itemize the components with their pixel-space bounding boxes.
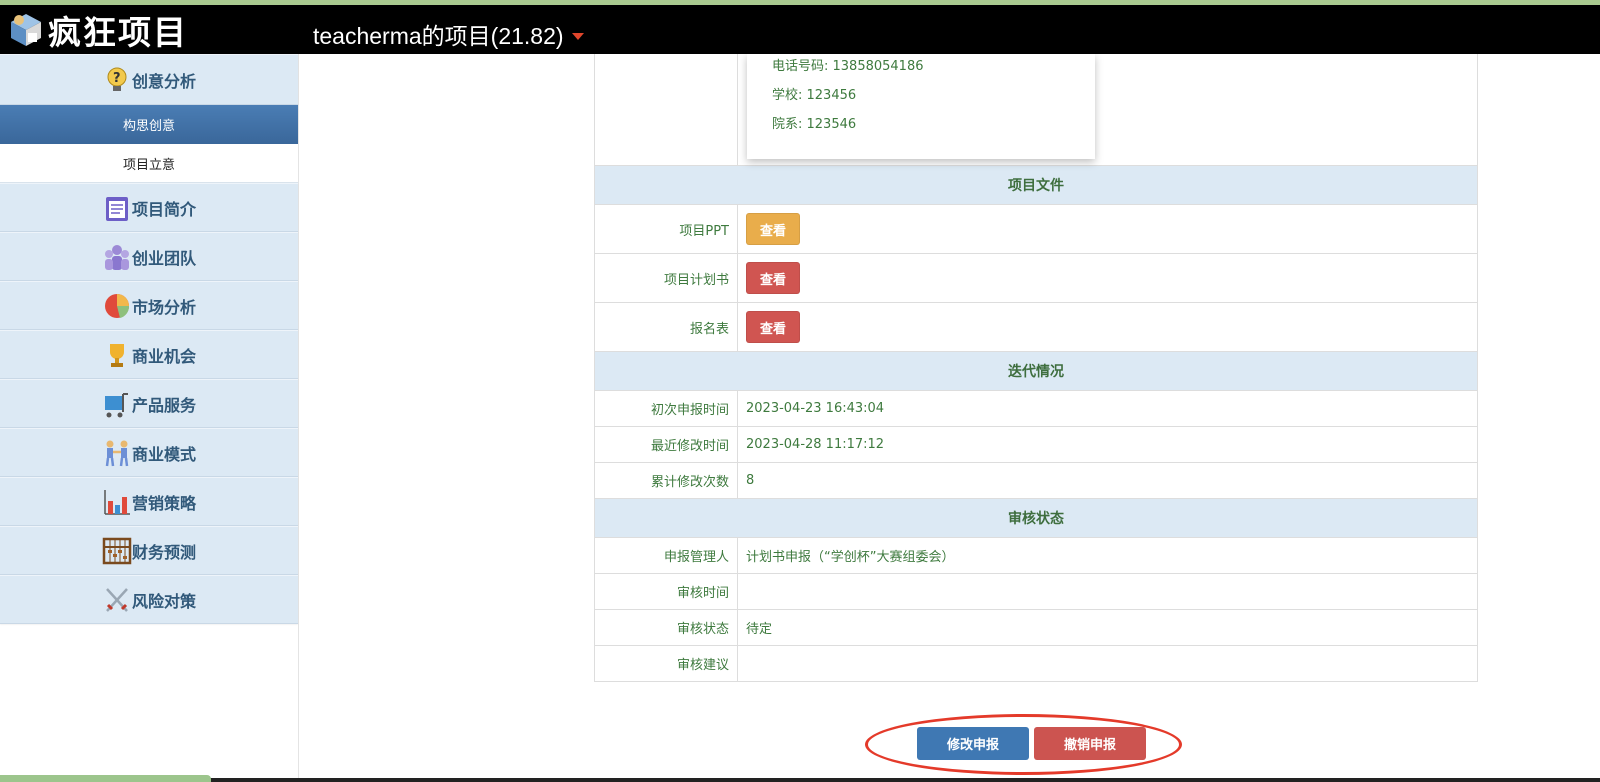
table-row: 项目计划书 查看: [595, 254, 1477, 303]
row-label: 审核状态: [595, 610, 738, 645]
phone-text: 电话号码: 13858054186: [772, 59, 924, 74]
sidebar-group-project-intro[interactable]: 项目简介: [0, 183, 298, 232]
row-value: [738, 646, 1477, 681]
crossed-swords-icon: [102, 585, 132, 615]
sidebar-item-project-purpose[interactable]: 项目立意: [0, 144, 298, 183]
row-label: 项目PPT: [595, 205, 738, 253]
section-header-iteration: 迭代情况: [595, 352, 1477, 391]
project-title: teacherma的项目(21.82): [313, 23, 564, 49]
handshake-people-icon: [102, 438, 132, 468]
applicant-info-popup: 电话号码: 13858054186 学校: 123456 院系: 123546: [747, 54, 1095, 159]
bottom-green-tab: [0, 775, 211, 782]
view-registration-button[interactable]: 查看: [746, 311, 801, 343]
view-ppt-button[interactable]: 查看: [746, 213, 801, 245]
row-value: 计划书申报（“学创杯”大赛组委会）: [746, 550, 955, 565]
sidebar-group-label: 商业模式: [131, 444, 196, 464]
sidebar-group-label: 风险对策: [131, 591, 196, 611]
sidebar-item-label: 构思创意: [122, 119, 175, 134]
sidebar-group-startup-team[interactable]: 创业团队: [0, 232, 298, 281]
logo[interactable]: 疯狂项目: [6, 11, 188, 52]
row-label: 累计修改次数: [595, 463, 738, 498]
sidebar-group-label: 项目简介: [131, 199, 196, 219]
row-value: [738, 574, 1477, 609]
sidebar-group-market-analysis[interactable]: 市场分析: [0, 281, 298, 330]
sidebar-group-creative-analysis[interactable]: ? 创意分析: [0, 54, 298, 105]
bottom-bar: [0, 778, 1600, 782]
table-row: 累计修改次数 8: [595, 463, 1477, 499]
clipboard-icon: [102, 193, 132, 223]
sidebar-group-risk-countermeasure[interactable]: 风险对策: [0, 575, 298, 624]
abacus-icon: [102, 536, 132, 566]
svg-text:?: ?: [113, 71, 121, 86]
sidebar-item-brainstorm[interactable]: 构思创意: [0, 105, 298, 144]
department-text: 院系: 123546: [772, 117, 857, 132]
applicant-info-row: 电话号码: 13858054186 学校: 123456 院系: 123546: [595, 54, 1477, 166]
school-text: 学校: 123456: [772, 88, 857, 103]
table-row: 审核时间: [595, 574, 1477, 610]
row-value: 2023-04-23 16:43:04: [746, 401, 885, 416]
section-header-files: 项目文件: [595, 166, 1477, 205]
table-row: 初次申报时间 2023-04-23 16:43:04: [595, 391, 1477, 427]
team-icon: [102, 242, 132, 272]
modify-application-button[interactable]: 修改申报: [917, 727, 1030, 760]
table-row: 最近修改时间 2023-04-28 11:17:12: [595, 427, 1477, 463]
row-label: 最近修改时间: [595, 427, 738, 462]
row-value: 8: [746, 473, 755, 488]
row-value: 2023-04-28 11:17:12: [746, 437, 885, 452]
sidebar-group-label: 产品服务: [131, 395, 196, 415]
project-selector[interactable]: teacherma的项目(21.82): [313, 17, 584, 51]
caret-down-icon: [571, 32, 584, 40]
row-label: 初次申报时间: [595, 391, 738, 426]
sidebar-group-financial-forecast[interactable]: 财务预测: [0, 526, 298, 575]
section-header-review: 审核状态: [595, 499, 1477, 538]
cart-icon: [102, 389, 132, 419]
table-row: 申报管理人 计划书申报（“学创杯”大赛组委会）: [595, 538, 1477, 574]
cube-logo-icon: [6, 11, 46, 49]
table-row: 报名表 查看: [595, 303, 1477, 352]
action-buttons: 修改申报 撤销申报: [917, 727, 1147, 760]
table-row: 审核建议: [595, 646, 1477, 682]
sidebar-group-label: 营销策略: [131, 493, 196, 513]
bar-chart-icon: [102, 487, 132, 517]
lightbulb-question-icon: ?: [102, 65, 132, 95]
row-label: 审核时间: [595, 574, 738, 609]
sidebar-group-label: 市场分析: [131, 297, 196, 317]
sidebar-group-product-service[interactable]: 产品服务: [0, 379, 298, 428]
sidebar: ? 创意分析 构思创意 项目立意 项目简介 创业团队 市场分析 商业机会 产品服…: [0, 54, 299, 782]
sidebar-group-label: 财务预测: [131, 542, 196, 562]
row-value: 待定: [746, 622, 773, 637]
row-label: 项目计划书: [595, 254, 738, 302]
cancel-application-button[interactable]: 撤销申报: [1034, 727, 1147, 760]
sidebar-group-business-model[interactable]: 商业模式: [0, 428, 298, 477]
row-label: 申报管理人: [595, 538, 738, 573]
table-row: 审核状态 待定: [595, 610, 1477, 646]
applicant-label-cell: [595, 54, 738, 166]
sidebar-item-label: 项目立意: [122, 157, 175, 173]
sidebar-group-marketing-strategy[interactable]: 营销策略: [0, 477, 298, 526]
row-label: 报名表: [595, 303, 738, 351]
app-header: 疯狂项目 teacherma的项目(21.82): [0, 5, 1600, 54]
row-label: 审核建议: [595, 646, 738, 681]
trophy-icon: [102, 340, 132, 370]
view-plan-button[interactable]: 查看: [746, 262, 801, 294]
sidebar-group-label: 创业团队: [131, 248, 196, 268]
sidebar-group-label: 商业机会: [131, 346, 196, 366]
table-row: 项目PPT 查看: [595, 205, 1477, 254]
sidebar-group-business-opportunity[interactable]: 商业机会: [0, 330, 298, 379]
pie-chart-icon: [102, 291, 132, 321]
logo-text: 疯狂项目: [48, 13, 188, 52]
project-detail-table: 电话号码: 13858054186 学校: 123456 院系: 123546 …: [594, 54, 1478, 682]
sidebar-group-label: 创意分析: [131, 71, 196, 91]
